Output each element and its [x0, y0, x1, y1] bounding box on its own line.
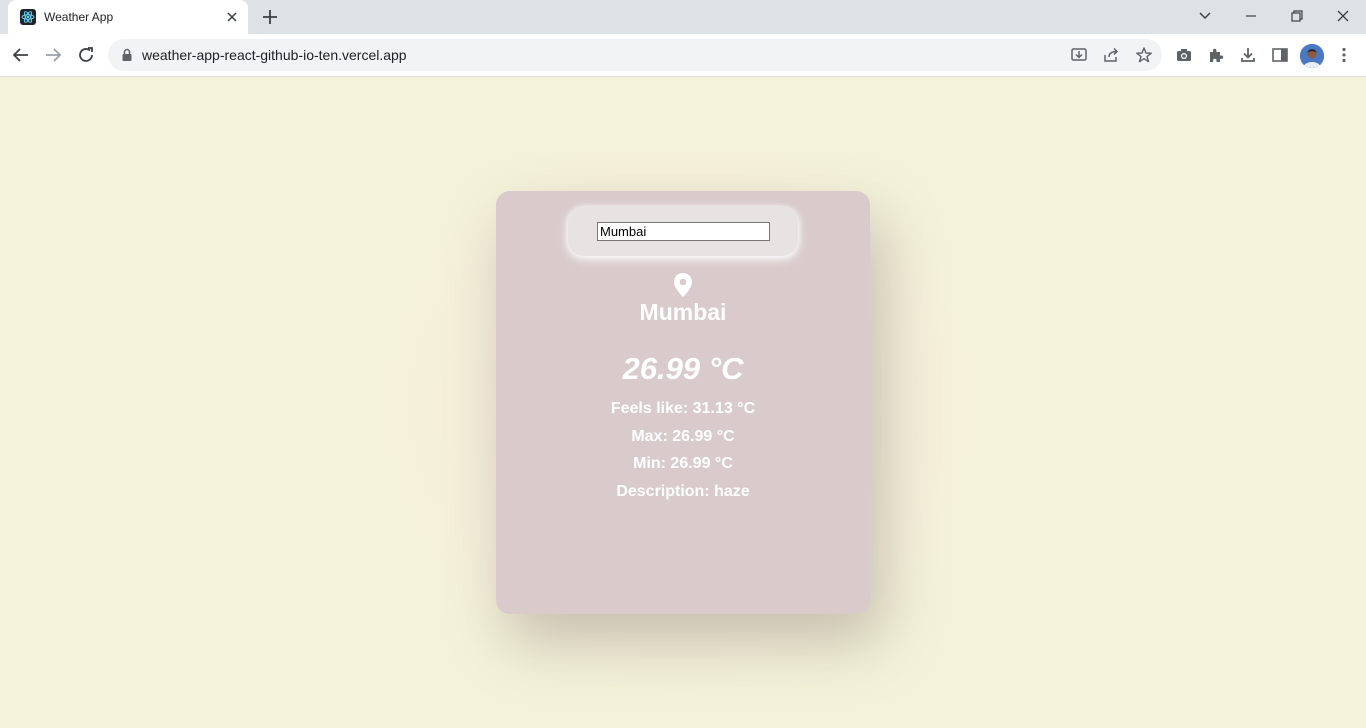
- close-icon[interactable]: [224, 9, 240, 25]
- forward-icon[interactable]: [42, 44, 64, 66]
- menu-icon[interactable]: [1335, 46, 1353, 64]
- plus-icon[interactable]: [260, 7, 280, 27]
- weather-description: Description: haze: [616, 483, 750, 500]
- tab-title: Weather App: [44, 10, 114, 24]
- city-search-input[interactable]: [597, 222, 770, 241]
- chevron-down-icon[interactable]: [1195, 6, 1215, 26]
- minimize-icon[interactable]: [1241, 6, 1261, 26]
- extensions-icon[interactable]: [1207, 46, 1225, 64]
- restore-icon[interactable]: [1287, 6, 1307, 26]
- max-temperature: Max: 26.99 °C: [631, 428, 735, 445]
- tab-strip: Weather App: [0, 0, 1366, 34]
- react-favicon-icon: [20, 9, 36, 25]
- side-panel-icon[interactable]: [1271, 46, 1289, 64]
- download-icon[interactable]: [1239, 46, 1257, 64]
- browser-tab[interactable]: Weather App: [8, 0, 248, 34]
- city-name: Mumbai: [639, 299, 727, 325]
- browser-toolbar: weather-app-react-github-io-ten.vercel.a…: [0, 34, 1366, 77]
- star-icon[interactable]: [1135, 46, 1153, 64]
- lock-icon[interactable]: [120, 48, 134, 62]
- window-close-icon[interactable]: [1333, 6, 1353, 26]
- url-text[interactable]: weather-app-react-github-io-ten.vercel.a…: [142, 47, 407, 63]
- min-temperature: Min: 26.99 °C: [633, 455, 733, 472]
- install-icon[interactable]: [1070, 46, 1088, 64]
- feels-like: Feels like: 31.13 °C: [610, 400, 756, 417]
- back-icon[interactable]: [10, 44, 32, 66]
- avatar[interactable]: [1300, 44, 1324, 68]
- location-pin-icon: [672, 272, 694, 298]
- weather-card: Mumbai 26.99 °C Feels like: 31.13 °C Max…: [496, 191, 870, 614]
- reload-icon[interactable]: [75, 44, 97, 66]
- camera-icon[interactable]: [1175, 46, 1193, 64]
- page-viewport: Mumbai 26.99 °C Feels like: 31.13 °C Max…: [0, 77, 1366, 728]
- search-container: [568, 207, 798, 256]
- share-icon[interactable]: [1102, 46, 1120, 64]
- temperature: 26.99 °C: [622, 351, 744, 386]
- address-bar[interactable]: weather-app-react-github-io-ten.vercel.a…: [108, 39, 1162, 71]
